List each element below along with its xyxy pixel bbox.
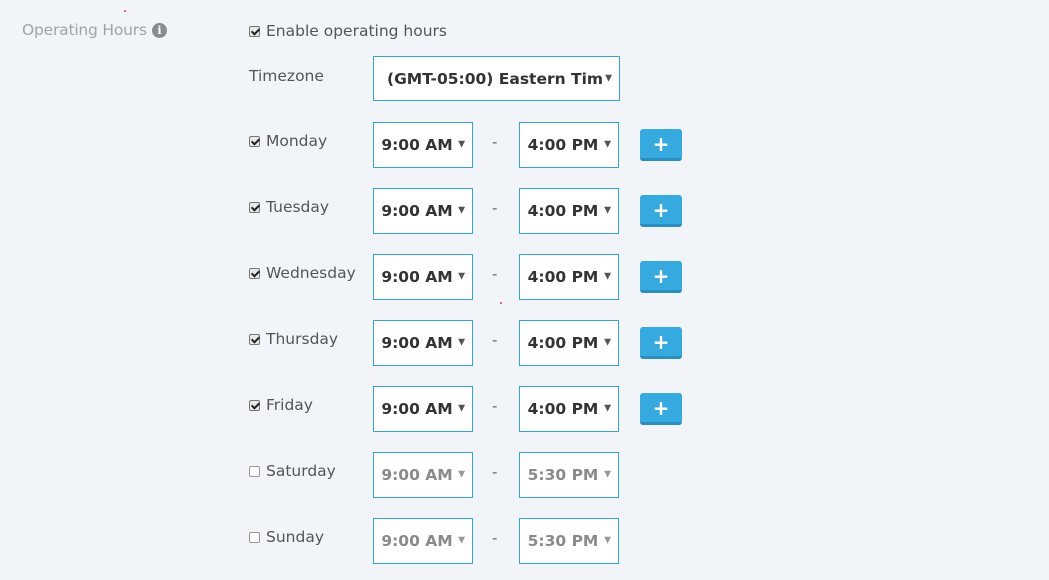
day-row-monday: Monday 9:00 AM ▼ - 4:00 PM ▼ +: [0, 122, 1049, 168]
day-name: Thursday: [266, 330, 339, 348]
plus-icon: +: [652, 131, 670, 156]
add-time-range-button[interactable]: +: [640, 261, 682, 293]
chevron-down-icon: ▼: [458, 469, 465, 480]
day-toggle[interactable]: Thursday: [249, 330, 338, 348]
chevron-down-icon: ▼: [458, 271, 465, 282]
day-checkbox[interactable]: [249, 135, 260, 147]
start-time-select[interactable]: 9:00 AM ▼: [373, 122, 473, 168]
chevron-down-icon: ▼: [458, 403, 465, 414]
start-time-select[interactable]: 9:00 AM ▼: [373, 386, 473, 432]
day-toggle[interactable]: Monday: [249, 132, 327, 150]
start-time-value: 9:00 AM: [381, 202, 453, 220]
start-time-select[interactable]: 9:00 AM ▼: [373, 254, 473, 300]
end-time-select[interactable]: 5:30 PM ▼: [519, 452, 619, 498]
artifact-dot: [500, 302, 502, 304]
start-time-select[interactable]: 9:00 AM ▼: [373, 320, 473, 366]
start-time-value: 9:00 AM: [381, 532, 453, 550]
add-time-range-button[interactable]: +: [640, 393, 682, 425]
time-separator: -: [492, 397, 498, 415]
plus-icon: +: [652, 197, 670, 222]
chevron-down-icon: ▼: [604, 271, 611, 282]
end-time-value: 4:00 PM: [527, 268, 599, 286]
day-row-sunday: Sunday 9:00 AM ▼ - 5:30 PM ▼: [0, 518, 1049, 564]
chevron-down-icon: ▼: [458, 535, 465, 546]
day-toggle[interactable]: Saturday: [249, 462, 336, 480]
day-name: Tuesday: [266, 198, 330, 216]
plus-icon: +: [652, 263, 670, 288]
end-time-value: 4:00 PM: [527, 202, 599, 220]
end-time-value: 4:00 PM: [527, 334, 599, 352]
timezone-value: (GMT-05:00) Eastern Time (US & Canada): [387, 69, 602, 88]
start-time-value: 9:00 AM: [381, 268, 453, 286]
day-name: Saturday: [266, 462, 336, 480]
add-time-range-button[interactable]: +: [640, 327, 682, 359]
start-time-value: 9:00 AM: [381, 136, 453, 154]
chevron-down-icon: ▼: [458, 337, 465, 348]
day-checkbox[interactable]: [249, 465, 260, 477]
day-checkbox[interactable]: [249, 201, 260, 213]
chevron-down-icon: ▼: [458, 205, 465, 216]
start-time-value: 9:00 AM: [381, 466, 453, 484]
end-time-value: 5:30 PM: [527, 466, 599, 484]
plus-icon: +: [652, 329, 670, 354]
info-icon[interactable]: i: [151, 22, 167, 38]
start-time-select[interactable]: 9:00 AM ▼: [373, 452, 473, 498]
add-time-range-button[interactable]: +: [640, 129, 682, 161]
day-name: Monday: [266, 132, 328, 150]
enable-operating-hours[interactable]: Enable operating hours: [249, 22, 447, 40]
add-time-range-button[interactable]: +: [640, 195, 682, 227]
day-checkbox[interactable]: [249, 267, 260, 279]
day-name: Sunday: [266, 528, 324, 546]
start-time-value: 9:00 AM: [381, 400, 453, 418]
day-name: Friday: [266, 396, 313, 414]
timezone-label: Timezone: [249, 67, 324, 85]
day-toggle[interactable]: Wednesday: [249, 264, 356, 282]
day-name: Wednesday: [266, 264, 356, 282]
end-time-value: 5:30 PM: [527, 532, 599, 550]
day-row-saturday: Saturday 9:00 AM ▼ - 5:30 PM ▼: [0, 452, 1049, 498]
day-checkbox[interactable]: [249, 399, 260, 411]
day-toggle[interactable]: Friday: [249, 396, 313, 414]
chevron-down-icon: ▼: [604, 337, 611, 348]
enable-label: Enable operating hours: [266, 22, 448, 40]
time-separator: -: [492, 463, 498, 481]
day-row-thursday: Thursday 9:00 AM ▼ - 4:00 PM ▼ +: [0, 320, 1049, 366]
end-time-select[interactable]: 4:00 PM ▼: [519, 320, 619, 366]
time-separator: -: [492, 265, 498, 283]
end-time-select[interactable]: 4:00 PM ▼: [519, 386, 619, 432]
time-separator: -: [492, 199, 498, 217]
chevron-down-icon: ▼: [604, 139, 611, 150]
time-separator: -: [492, 529, 498, 547]
day-row-wednesday: Wednesday 9:00 AM ▼ - 4:00 PM ▼ +: [0, 254, 1049, 300]
day-toggle[interactable]: Tuesday: [249, 198, 329, 216]
day-checkbox[interactable]: [249, 531, 260, 543]
start-time-select[interactable]: 9:00 AM ▼: [373, 188, 473, 234]
end-time-select[interactable]: 4:00 PM ▼: [519, 188, 619, 234]
end-time-select[interactable]: 4:00 PM ▼: [519, 122, 619, 168]
enable-checkbox[interactable]: [249, 25, 260, 37]
start-time-value: 9:00 AM: [381, 334, 453, 352]
chevron-down-icon: ▼: [605, 73, 612, 83]
day-row-tuesday: Tuesday 9:00 AM ▼ - 4:00 PM ▼ +: [0, 188, 1049, 234]
chevron-down-icon: ▼: [604, 403, 611, 414]
day-toggle[interactable]: Sunday: [249, 528, 324, 546]
artifact-dot: [124, 10, 126, 12]
end-time-select[interactable]: 5:30 PM ▼: [519, 518, 619, 564]
timezone-select[interactable]: (GMT-05:00) Eastern Time (US & Canada) ▼: [373, 56, 620, 101]
plus-icon: +: [652, 395, 670, 420]
operating-hours-label: Operating Hours i: [22, 21, 167, 39]
time-separator: -: [492, 133, 498, 151]
day-row-friday: Friday 9:00 AM ▼ - 4:00 PM ▼ +: [0, 386, 1049, 432]
chevron-down-icon: ▼: [458, 139, 465, 150]
section-title: Operating Hours: [22, 21, 147, 39]
day-checkbox[interactable]: [249, 333, 260, 345]
end-time-value: 4:00 PM: [527, 400, 599, 418]
chevron-down-icon: ▼: [604, 535, 611, 546]
end-time-value: 4:00 PM: [527, 136, 599, 154]
time-separator: -: [492, 331, 498, 349]
end-time-select[interactable]: 4:00 PM ▼: [519, 254, 619, 300]
chevron-down-icon: ▼: [604, 469, 611, 480]
chevron-down-icon: ▼: [604, 205, 611, 216]
start-time-select[interactable]: 9:00 AM ▼: [373, 518, 473, 564]
